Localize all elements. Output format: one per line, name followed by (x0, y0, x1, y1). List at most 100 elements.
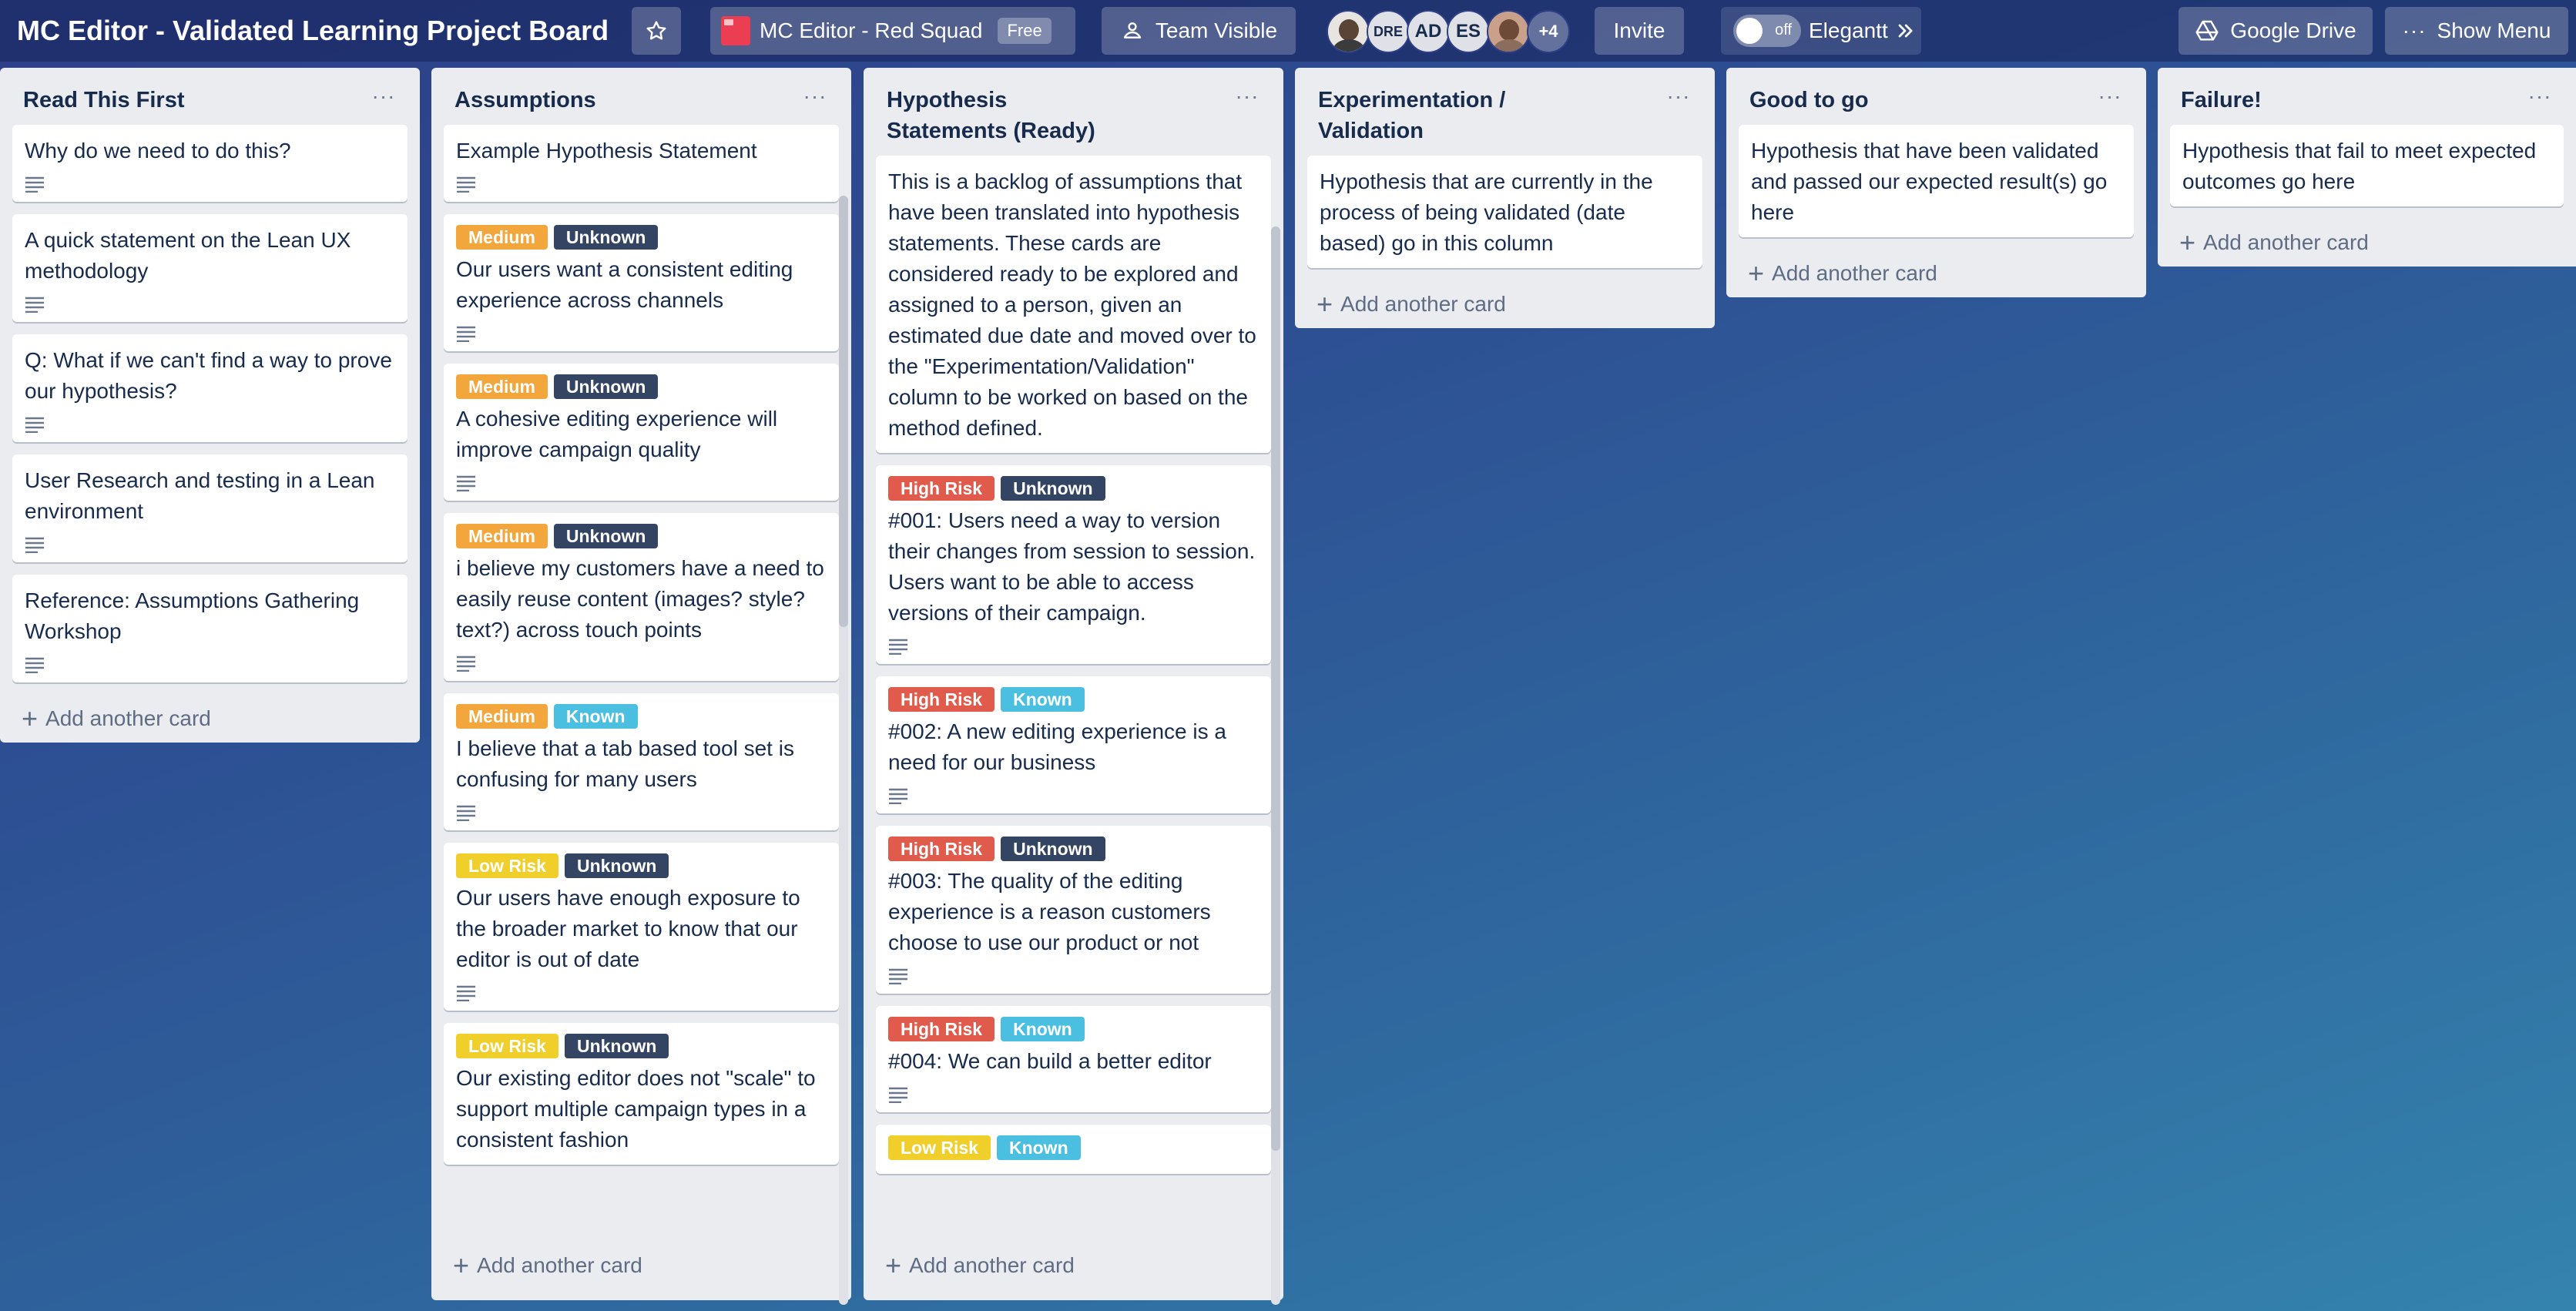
list-header[interactable]: Assumptions ··· (431, 68, 851, 125)
card[interactable]: Medium Known I believe that a tab based … (444, 693, 839, 830)
list-menu-icon[interactable]: ··· (796, 85, 834, 116)
list-good-to-go: Good to go ··· Hypothesis that have been… (1726, 68, 2146, 297)
board-header: MC Editor - Validated Learning Project B… (0, 0, 2576, 62)
card-labels: Low Risk Unknown (456, 853, 827, 878)
card-title: Reference: Assumptions Gathering Worksho… (25, 588, 360, 643)
list-header[interactable]: Read This First ··· (0, 68, 420, 125)
more-members-button[interactable]: +4 (1527, 10, 1570, 53)
elegantt-toggle[interactable]: off (1733, 15, 1801, 47)
list-title[interactable]: Experimentation / Validation (1318, 85, 1549, 146)
add-card-button[interactable]: + Add another card (1295, 280, 1715, 328)
card[interactable]: Medium Unknown Our users want a consiste… (444, 214, 839, 351)
card[interactable]: User Research and testing in a Lean envi… (12, 454, 408, 562)
label-medium: Medium (456, 225, 548, 250)
list-header[interactable]: Failure! ··· (2158, 68, 2576, 125)
card[interactable]: Low Risk Known (876, 1125, 1271, 1174)
list-title[interactable]: Good to go (1749, 85, 2077, 116)
list-scrollbar[interactable] (839, 196, 848, 1305)
card[interactable]: Q: What if we can't find a way to prove … (12, 334, 408, 442)
list-menu-icon[interactable]: ··· (1228, 85, 1266, 116)
list-hypothesis-statements: Hypothesis Statements (Ready) ··· This i… (864, 68, 1283, 1305)
team-button[interactable]: MC Editor - Red Squad Free (710, 7, 1075, 55)
invite-button[interactable]: Invite (1595, 7, 1684, 55)
team-logo-icon (721, 16, 750, 45)
card-title: Q: What if we can't find a way to prove … (25, 348, 392, 403)
card-labels: High Risk Known (888, 1017, 1259, 1041)
label-low-risk: Low Risk (456, 853, 558, 878)
label-unknown: Unknown (564, 1034, 669, 1058)
label-medium: Medium (456, 374, 548, 399)
card-title: Why do we need to do this? (25, 139, 291, 163)
list-header[interactable]: Experimentation / Validation ··· (1295, 68, 1715, 156)
list-title[interactable]: Hypothesis Statements (Ready) (887, 85, 1133, 146)
add-card-button[interactable]: + Add another card (2158, 219, 2576, 267)
list-header[interactable]: Hypothesis Statements (Ready) ··· (864, 68, 1283, 156)
elegantt-label[interactable]: Elegantt (1809, 18, 1888, 43)
card[interactable]: This is a backlog of assumptions that ha… (876, 156, 1271, 453)
add-card-button[interactable]: + Add another card (864, 1242, 1283, 1289)
card[interactable]: Medium Unknown A cohesive editing experi… (444, 364, 839, 501)
toggle-knob (1736, 18, 1763, 44)
list-assumptions: Assumptions ··· Example Hypothesis State… (431, 68, 851, 1305)
list-header[interactable]: Good to go ··· (1726, 68, 2146, 125)
card[interactable]: High Risk Known #002: A new editing expe… (876, 676, 1271, 813)
team-name: MC Editor - Red Squad (760, 18, 983, 42)
add-card-label: Add another card (909, 1253, 1075, 1277)
scrollbar-thumb[interactable] (1271, 226, 1280, 1151)
star-board-button[interactable] (632, 7, 681, 55)
description-icon (457, 985, 475, 1001)
add-card-label: Add another card (477, 1253, 642, 1277)
plus-icon: + (22, 702, 39, 734)
list-menu-icon[interactable]: ··· (2521, 85, 2559, 116)
google-drive-button[interactable]: Google Drive (2179, 7, 2373, 55)
card-title: A cohesive editing experience will impro… (456, 407, 778, 461)
card-labels: Low Risk Known (888, 1135, 1259, 1160)
card[interactable]: Hypothesis that fail to meet expected ou… (2170, 125, 2564, 206)
list-menu-icon[interactable]: ··· (364, 85, 403, 116)
card[interactable]: Low Risk Unknown Our users have enough e… (444, 843, 839, 1011)
label-known: Known (1001, 1017, 1085, 1041)
list-menu-icon[interactable]: ··· (1659, 85, 1698, 116)
list-menu-icon[interactable]: ··· (2091, 85, 2129, 116)
card[interactable]: Low Risk Unknown Our existing editor doe… (444, 1023, 839, 1165)
description-icon (457, 656, 475, 672)
card-title: #001: Users need a way to version their … (888, 508, 1256, 625)
avatar[interactable]: AD (1407, 10, 1450, 53)
list-title[interactable]: Assumptions (454, 85, 782, 116)
list-read-this-first: Read This First ··· Why do we need to do… (0, 68, 420, 743)
show-menu-button[interactable]: ··· Show Menu (2385, 7, 2568, 55)
card[interactable]: High Risk Unknown #001: Users need a way… (876, 465, 1271, 664)
visibility-button[interactable]: Team Visible (1102, 7, 1296, 55)
card[interactable]: High Risk Known #004: We can build a bet… (876, 1006, 1271, 1112)
card[interactable]: Why do we need to do this? (12, 125, 408, 202)
card[interactable]: Medium Unknown i believe my customers ha… (444, 513, 839, 681)
description-icon (889, 968, 907, 984)
card-labels: Medium Known (456, 704, 827, 729)
avatar[interactable]: DRE (1367, 10, 1410, 53)
avatar[interactable] (1327, 10, 1370, 53)
card[interactable]: High Risk Unknown #003: The quality of t… (876, 826, 1271, 994)
add-card-button[interactable]: + Add another card (431, 1242, 851, 1289)
add-card-button[interactable]: + Add another card (1726, 250, 2146, 297)
card[interactable]: Reference: Assumptions Gathering Worksho… (12, 575, 408, 682)
board-title[interactable]: MC Editor - Validated Learning Project B… (17, 11, 609, 51)
card[interactable]: Hypothesis that are currently in the pro… (1307, 156, 1702, 268)
card[interactable]: Example Hypothesis Statement (444, 125, 839, 202)
card-title: I believe that a tab based tool set is c… (456, 736, 794, 791)
avatar[interactable]: ES (1447, 10, 1490, 53)
list-title[interactable]: Failure! (2181, 85, 2507, 116)
list-scrollbar[interactable] (1271, 226, 1280, 1305)
scrollbar-thumb[interactable] (839, 196, 848, 627)
card-title: Hypothesis that are currently in the pro… (1320, 169, 1653, 255)
list-title[interactable]: Read This First (23, 85, 351, 116)
card-labels: Medium Unknown (456, 524, 827, 548)
card[interactable]: Hypothesis that have been validated and … (1739, 125, 2134, 237)
card[interactable]: A quick statement on the Lean UX methodo… (12, 214, 408, 322)
double-chevron-right-icon[interactable] (1894, 20, 1916, 42)
card-labels: High Risk Known (888, 687, 1259, 712)
avatar[interactable] (1487, 10, 1530, 53)
add-card-label: Add another card (1340, 292, 1506, 316)
card-title: #002: A new editing experience is a need… (888, 719, 1226, 774)
card-title: #003: The quality of the editing experie… (888, 869, 1211, 954)
add-card-button[interactable]: + Add another card (0, 695, 420, 743)
